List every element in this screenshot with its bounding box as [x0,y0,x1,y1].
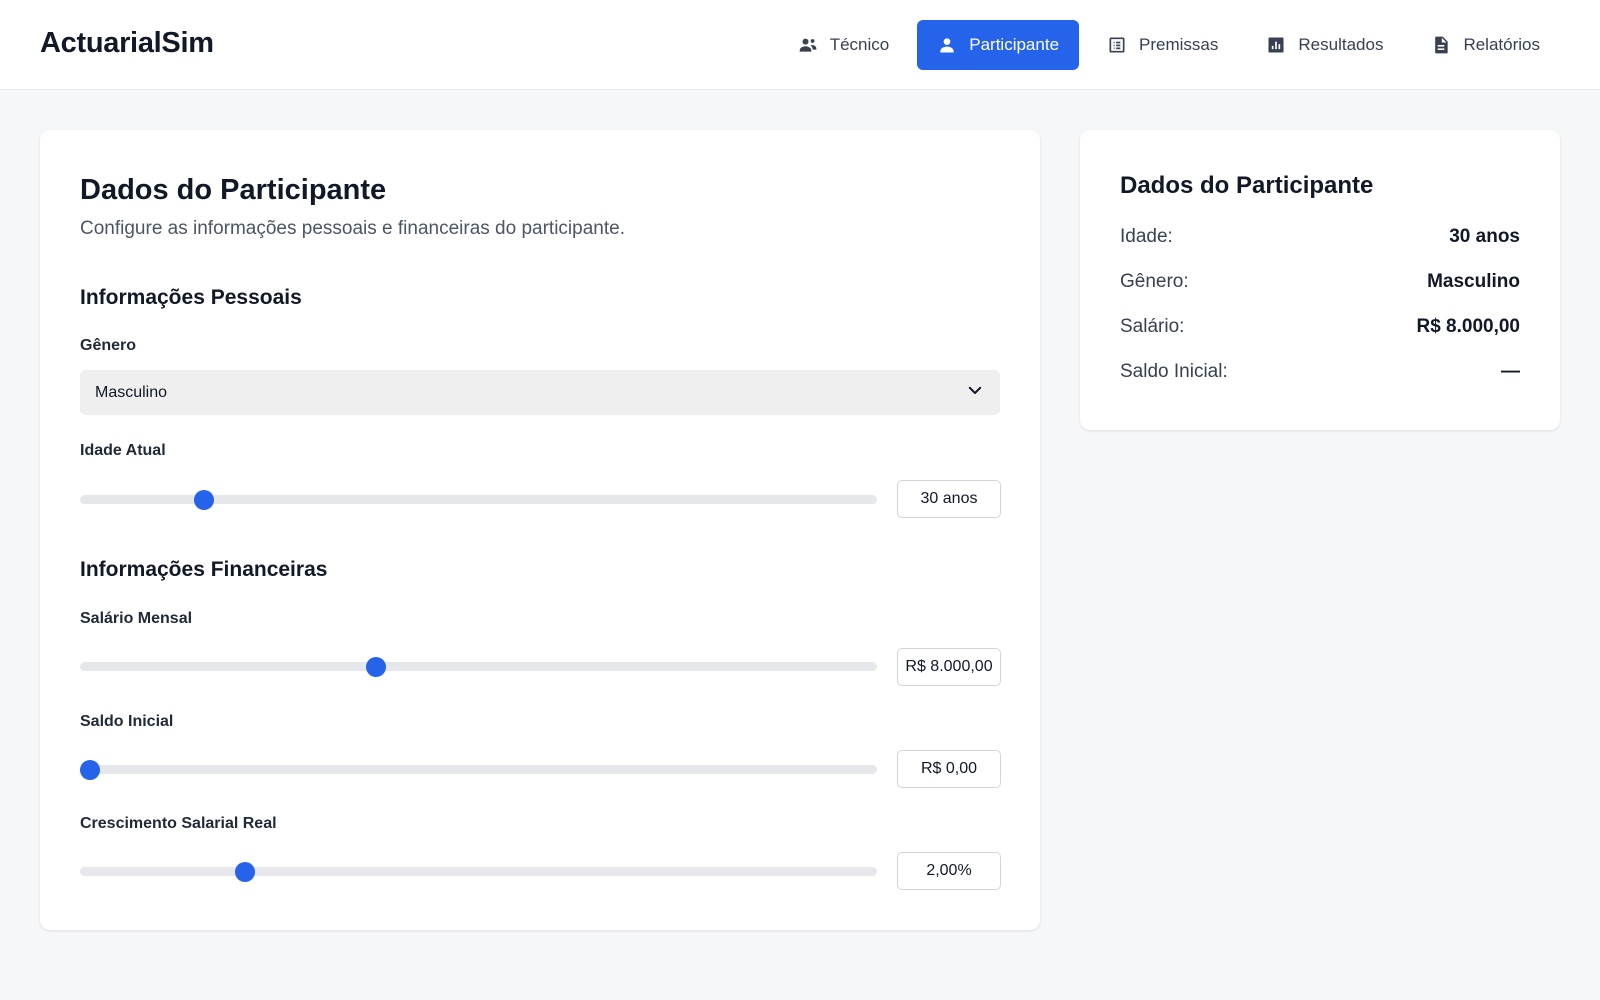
initial-balance-value-field[interactable] [897,750,1001,788]
chevron-down-icon [966,381,984,404]
nav-tab-resultados[interactable]: Resultados [1246,20,1403,70]
section-title-financial: Informações Financeiras [80,558,328,581]
nav-tab-tecnico[interactable]: Técnico [778,20,910,70]
nav-tab-premissas[interactable]: Premissas [1087,20,1238,70]
summary-row-initial-balance: Saldo Inicial: — [1120,361,1520,383]
summary-label: Idade: [1120,226,1173,247]
nav-tab-label: Relatórios [1463,35,1540,54]
salary-growth-value-field[interactable] [897,852,1001,890]
summary-label: Gênero: [1120,271,1189,292]
nav-tab-participante[interactable]: Participante [917,20,1080,70]
summary-row-gender: Gênero: Masculino [1120,271,1520,293]
gender-label: Gênero [80,337,137,354]
gender-select-value: Masculino [95,383,168,401]
top-bar: ActuarialSim Técnico Participante Premis… [0,0,1600,90]
age-value-field[interactable] [897,480,1001,518]
nav-tab-label: Participante [969,35,1060,54]
age-label: Idade Atual [80,442,166,459]
summary-title: Dados do Participante [1120,172,1374,199]
slider-thumb[interactable] [79,760,100,780]
slider-track [80,867,877,876]
salary-growth-slider[interactable] [80,854,877,890]
participant-form-card: Dados do Participante Configure as infor… [40,130,1040,930]
person-icon [937,35,957,55]
salary-label: Salário Mensal [80,610,193,627]
summary-value: — [1501,361,1520,382]
participant-summary-card: Dados do Participante Idade: 30 anos Gên… [1080,130,1560,430]
section-title-personal: Informações Pessoais [80,286,302,309]
summary-label: Salário: [1120,316,1185,337]
summary-value: Masculino [1427,271,1520,292]
main-nav: Técnico Participante Premissas Resultado… [778,20,1560,70]
slider-track [80,765,877,774]
summary-row-age: Idade: 30 anos [1120,226,1520,248]
slider-track [80,662,877,671]
summary-value: 30 anos [1449,226,1520,247]
page-title: Dados do Participante [80,174,387,206]
initial-balance-label: Saldo Inicial [80,713,174,730]
list-icon [1107,35,1127,55]
salary-growth-label: Crescimento Salarial Real [80,815,277,832]
slider-thumb[interactable] [193,490,214,510]
salary-slider[interactable] [80,649,877,685]
app-title: ActuarialSim [40,27,214,59]
document-icon [1431,35,1451,55]
salary-value-field[interactable] [897,648,1001,686]
summary-value: R$ 8.000,00 [1416,316,1520,337]
nav-tab-relatorios[interactable]: Relatórios [1411,20,1560,70]
age-slider[interactable] [80,482,877,518]
users-icon [798,35,818,55]
gender-select[interactable]: Masculino [80,370,1000,415]
nav-tab-label: Técnico [829,35,890,54]
initial-balance-slider[interactable] [79,752,877,788]
nav-tab-label: Resultados [1298,35,1384,54]
summary-label: Saldo Inicial: [1120,361,1228,382]
slider-thumb[interactable] [366,657,387,677]
nav-tab-label: Premissas [1139,35,1219,54]
bar-chart-icon [1266,35,1286,55]
summary-row-salary: Salário: R$ 8.000,00 [1120,316,1520,338]
page-subtitle: Configure as informações pessoais e fina… [80,218,625,239]
slider-thumb[interactable] [234,862,255,882]
